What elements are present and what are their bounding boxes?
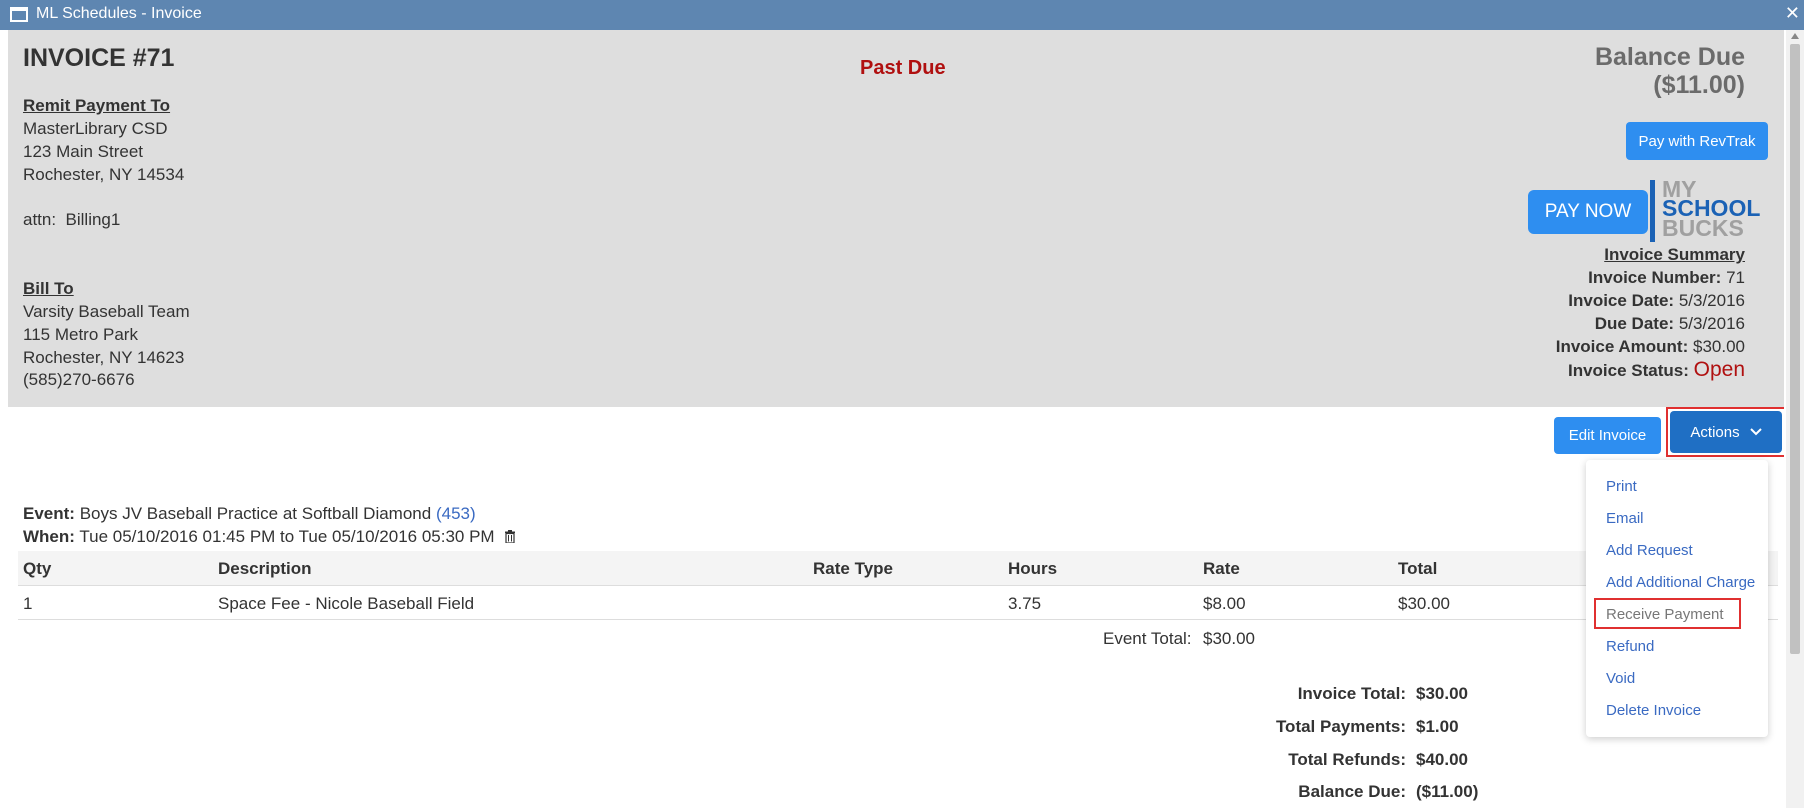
- cell-hours: 3.75: [1008, 594, 1042, 613]
- bill-to-street: 115 Metro Park: [23, 325, 138, 344]
- event-total-value: $30.00: [1203, 629, 1255, 648]
- summary-heading: Invoice Summary: [1604, 245, 1745, 264]
- window-icon: [10, 7, 28, 22]
- edit-invoice-button[interactable]: Edit Invoice: [1554, 417, 1661, 454]
- invoice-status-label: Invoice Status:: [1567, 361, 1689, 380]
- invoice-number: 71: [1726, 268, 1745, 287]
- remit-attn: attn: Billing1: [23, 210, 121, 229]
- bill-to-name: Varsity Baseball Team: [23, 302, 190, 321]
- event-line: Event: Boys JV Baseball Practice at Soft…: [23, 504, 476, 524]
- menu-item-void[interactable]: Void: [1606, 670, 1635, 687]
- trash-icon[interactable]: [505, 530, 516, 543]
- invoice-date: 5/3/2016: [1678, 291, 1745, 310]
- when-value: Tue 05/10/2016 01:45 PM to Tue 05/10/201…: [79, 527, 495, 546]
- col-description: Description: [218, 559, 312, 578]
- due-date-label: Due Date:: [1594, 314, 1675, 333]
- menu-item-print[interactable]: Print: [1606, 478, 1637, 495]
- total-payments-value: $1.00: [1416, 717, 1459, 736]
- event-label: Event:: [23, 504, 75, 523]
- bill-to-heading: Bill To: [23, 279, 74, 298]
- invoice-amount: $30.00: [1693, 337, 1745, 356]
- balance-due-label: Balance Due: [1594, 43, 1745, 71]
- balance-due-value-bottom: ($11.00): [1416, 782, 1479, 801]
- cell-rate: $8.00: [1203, 594, 1246, 613]
- due-date: 5/3/2016: [1678, 314, 1745, 333]
- balance-due-label-bottom: Balance Due:: [1298, 782, 1406, 801]
- event-total-label: Event Total:: [1103, 629, 1192, 648]
- invoice-title: INVOICE #71: [23, 44, 175, 72]
- total-payments-label: Total Payments:: [1275, 717, 1406, 736]
- total-refunds-value: $40.00: [1416, 750, 1468, 769]
- invoice-content: INVOICE #71 Past Due Remit Payment To Ma…: [8, 30, 1784, 808]
- remit-heading: Remit Payment To: [23, 96, 171, 115]
- table-row: 1 Space Fee - Nicole Baseball Field 3.75…: [18, 586, 1778, 620]
- col-total: Total: [1398, 559, 1438, 578]
- invoice-number-label: Invoice Number:: [1588, 268, 1722, 287]
- total-refunds-label: Total Refunds:: [1288, 750, 1406, 769]
- cell-qty: 1: [23, 594, 33, 613]
- col-qty: Qty: [23, 559, 52, 578]
- invoice-summary: Invoice Summary Invoice Number: 71 Invoi…: [1556, 243, 1745, 382]
- logo-bar: [1650, 180, 1655, 242]
- pay-now-button[interactable]: PAY NOW: [1528, 190, 1648, 234]
- myschoolbucks-logo[interactable]: MY SCHOOL BUCKS: [1650, 176, 1775, 242]
- logo-line-3: BUCKS: [1662, 215, 1744, 241]
- menu-item-receive-payment[interactable]: Receive Payment: [1606, 606, 1724, 623]
- close-icon[interactable]: ✕: [1785, 3, 1800, 23]
- remit-name: MasterLibrary CSD: [23, 119, 168, 138]
- title-bar: ML Schedules - Invoice ✕: [0, 0, 1804, 30]
- bill-to-phone: (585)270-6676: [23, 370, 135, 389]
- menu-item-email[interactable]: Email: [1606, 510, 1644, 527]
- menu-item-add-request[interactable]: Add Request: [1606, 542, 1693, 559]
- event-id-link[interactable]: (453): [436, 504, 476, 523]
- col-rate: Rate: [1203, 559, 1240, 578]
- invoice-status: Open: [1693, 358, 1745, 381]
- invoice-date-label: Invoice Date:: [1568, 291, 1675, 310]
- cell-total: $30.00: [1398, 594, 1450, 613]
- actions-button[interactable]: Actions: [1670, 411, 1782, 453]
- col-hours: Hours: [1008, 559, 1058, 578]
- actions-label: Actions: [1690, 423, 1740, 441]
- event-name: Boys JV Baseball Practice at Softball Di…: [79, 504, 432, 523]
- invoice-total-label: Invoice Total:: [1297, 684, 1406, 703]
- cell-description: Space Fee - Nicole Baseball Field: [218, 594, 475, 613]
- remit-street: 123 Main Street: [23, 142, 144, 161]
- menu-item-delete-invoice[interactable]: Delete Invoice: [1606, 702, 1701, 719]
- scroll-up-icon[interactable]: [1791, 33, 1799, 39]
- chevron-down-icon: [1749, 428, 1762, 436]
- actions-dropdown-menu: Print Email Add Request Add Additional C…: [1586, 460, 1768, 737]
- pay-with-revtrak-button[interactable]: Pay with RevTrak: [1626, 122, 1768, 160]
- scrollbar-thumb[interactable]: [1790, 44, 1800, 654]
- balance-due-value: ($11.00): [1653, 71, 1745, 99]
- balance-due-header: Balance Due ($11.00): [1595, 43, 1745, 99]
- table-header: Qty Description Rate Type Hours Rate Tot…: [18, 551, 1778, 586]
- window-title: ML Schedules - Invoice: [36, 5, 202, 22]
- when-label: When:: [23, 527, 75, 546]
- invoice-header-panel: INVOICE #71 Past Due Remit Payment To Ma…: [8, 30, 1784, 407]
- invoice-amount-label: Invoice Amount:: [1555, 337, 1689, 356]
- menu-item-add-additional-charge[interactable]: Add Additional Charge: [1606, 574, 1755, 591]
- col-rate-type: Rate Type: [813, 559, 893, 578]
- menu-item-refund[interactable]: Refund: [1606, 638, 1654, 655]
- past-due-label: Past Due: [860, 57, 946, 79]
- invoice-window: ML Schedules - Invoice ✕ INVOICE #71 Pas…: [0, 0, 1804, 808]
- invoice-total-value: $30.00: [1416, 684, 1468, 703]
- vertical-scrollbar[interactable]: [1786, 30, 1804, 808]
- when-line: When: Tue 05/10/2016 01:45 PM to Tue 05/…: [23, 527, 516, 547]
- remit-city: Rochester, NY 14534: [23, 165, 185, 184]
- bill-to-city: Rochester, NY 14623: [23, 348, 185, 367]
